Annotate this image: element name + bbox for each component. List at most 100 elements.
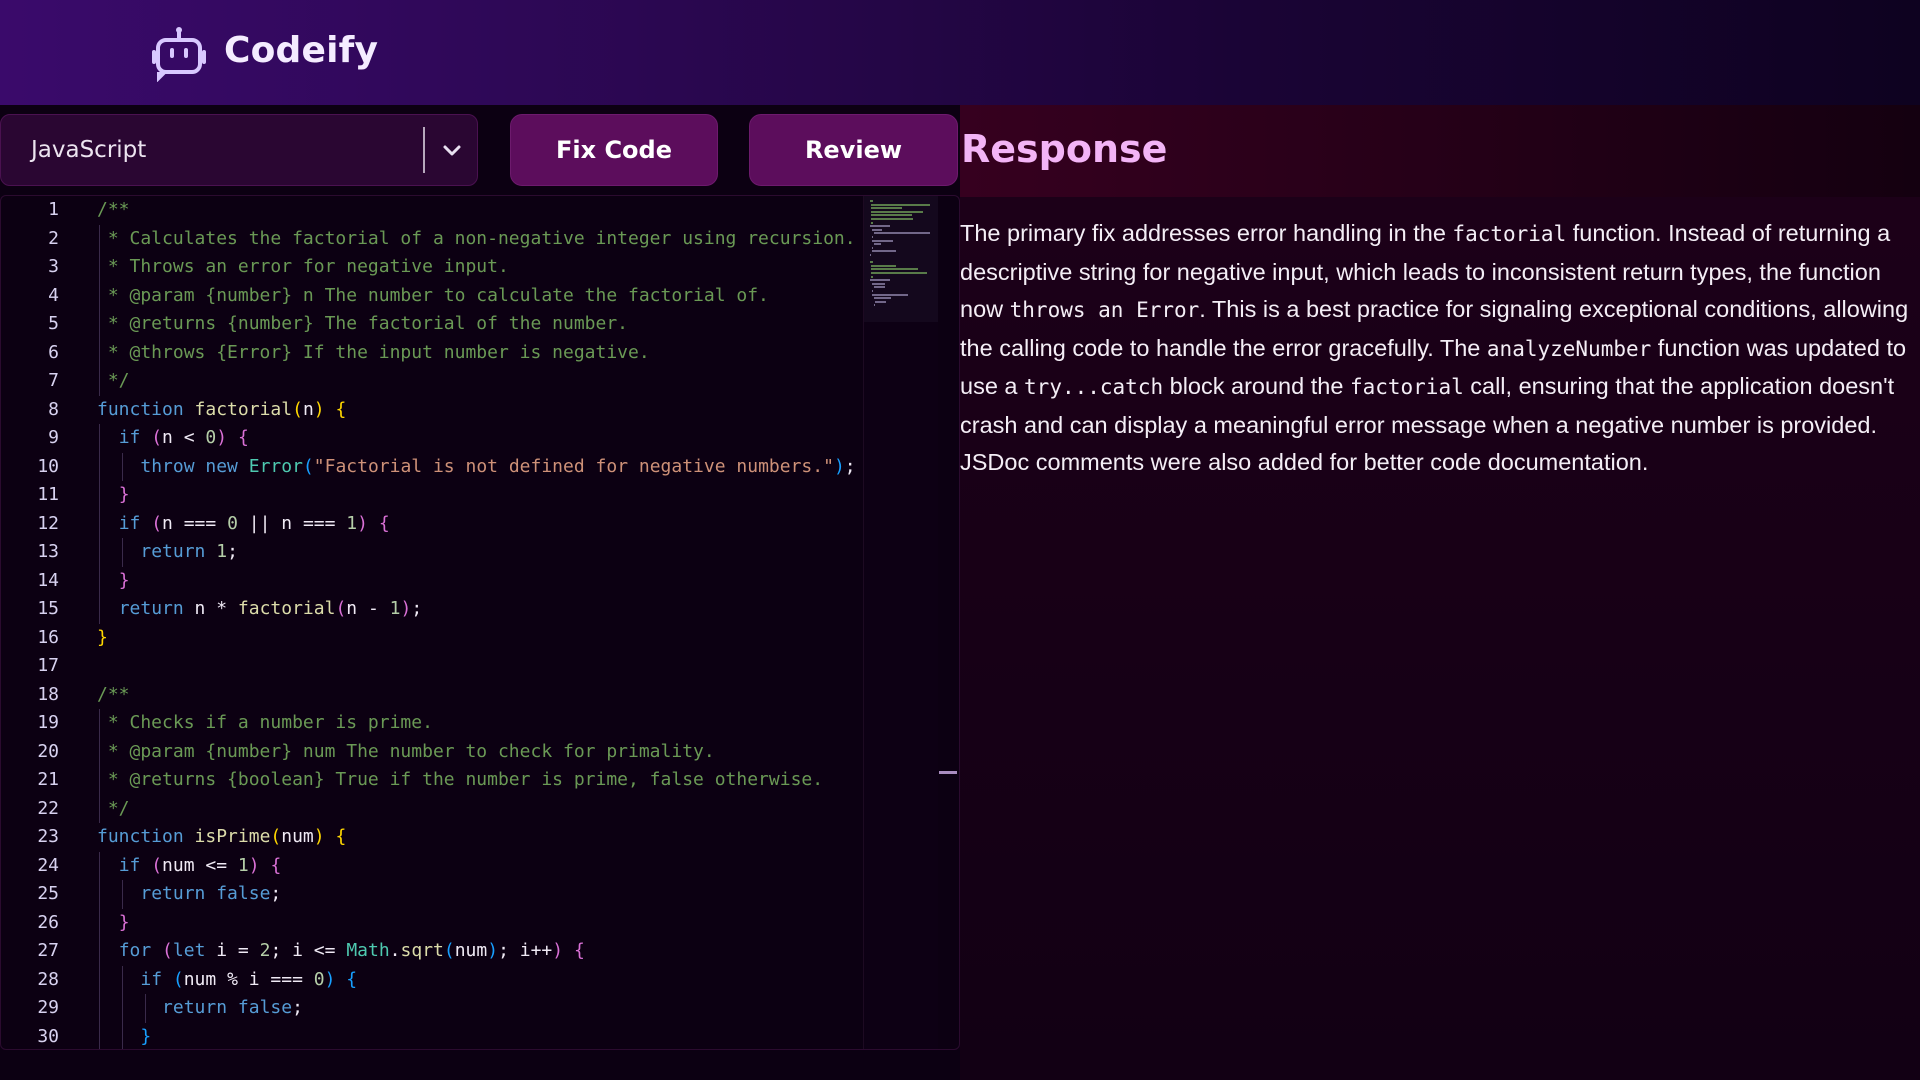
indent-guide bbox=[121, 880, 123, 909]
code-token: * Calculates the factorial of a non-nega… bbox=[97, 227, 856, 249]
code-token: . bbox=[389, 940, 401, 961]
code-token: n - bbox=[346, 598, 390, 619]
minimap-line bbox=[873, 286, 885, 289]
indent-guide bbox=[99, 424, 100, 453]
language-select[interactable]: JavaScript bbox=[0, 114, 478, 186]
line-number: 20 bbox=[37, 740, 59, 762]
code-token: } bbox=[140, 1025, 152, 1047]
chevron-down-icon[interactable] bbox=[441, 139, 463, 161]
code-line: throw new Error("Factorial is not define… bbox=[97, 452, 859, 481]
code-editor[interactable]: 1 2 3 4 5 6 7 8 9 10 11 12 13 14 15 16 17 18 19 20 21 22 23 24 2… bbox=[0, 195, 960, 1050]
minimap-line bbox=[870, 221, 873, 224]
code-token: ( bbox=[172, 968, 184, 990]
inline-code: throws an Error bbox=[1009, 298, 1200, 322]
line-number: 24 bbox=[37, 854, 59, 876]
language-select-value: JavaScript bbox=[31, 137, 147, 163]
indent-guide bbox=[99, 338, 100, 367]
code-token: n === bbox=[162, 512, 228, 534]
line-number: 17 bbox=[37, 655, 59, 676]
code-token: ( bbox=[335, 598, 347, 619]
minimap-line bbox=[871, 290, 873, 292]
code-token: "Factorial is not defined for negative n… bbox=[313, 455, 834, 477]
code-token: num bbox=[454, 940, 488, 961]
code-token: n < bbox=[162, 427, 206, 448]
code-token: * @param {number} num The number to chec… bbox=[97, 740, 715, 762]
scrollbar-marker[interactable] bbox=[939, 771, 957, 774]
minimap-line bbox=[875, 300, 887, 303]
code-line: * Calculates the factorial of a non-nega… bbox=[97, 224, 859, 253]
code-token: /** bbox=[97, 683, 130, 705]
code-token: throw new bbox=[140, 455, 249, 477]
line-number: 7 bbox=[48, 370, 59, 391]
line-number: 11 bbox=[37, 484, 59, 505]
editor-minimap[interactable] bbox=[863, 196, 938, 1049]
code-token: { bbox=[270, 854, 282, 876]
code-token: n * bbox=[194, 598, 238, 619]
code-token: ) bbox=[400, 598, 412, 619]
code-token: ; bbox=[227, 541, 238, 562]
code-token: return false bbox=[162, 997, 293, 1018]
indent-guide bbox=[99, 224, 100, 253]
code-line: * @throws {Error} If the input number is… bbox=[97, 338, 859, 367]
minimap-line bbox=[871, 293, 909, 296]
line-number: 19 bbox=[37, 712, 59, 733]
line-number: 29 bbox=[37, 997, 59, 1018]
line-number: 9 bbox=[48, 427, 59, 448]
indent-guide bbox=[121, 1022, 123, 1049]
code-token: ( bbox=[302, 455, 314, 477]
response-title: Response bbox=[961, 127, 1168, 171]
indent-guide bbox=[99, 310, 100, 339]
code-token: ) bbox=[833, 455, 845, 477]
code-token: ) bbox=[313, 826, 325, 847]
minimap-line bbox=[870, 268, 919, 271]
code-token: * Checks if a number is prime. bbox=[97, 712, 433, 733]
inline-code: try...catch bbox=[1024, 375, 1164, 399]
code-token: Math bbox=[346, 940, 390, 961]
line-number: 13 bbox=[37, 541, 59, 562]
app-name: Codeify bbox=[224, 30, 379, 71]
indent-guide bbox=[99, 595, 100, 624]
code-line: * Throws an error for negative input. bbox=[97, 253, 859, 282]
code-token: let bbox=[172, 940, 217, 961]
code-token: { bbox=[335, 398, 347, 420]
line-number: 23 bbox=[37, 826, 59, 847]
code-area[interactable]: /** * Calculates the factorial of a non-… bbox=[97, 196, 859, 1049]
fix-code-button[interactable]: Fix Code bbox=[510, 114, 718, 186]
code-token: ) bbox=[248, 854, 260, 876]
line-number: 6 bbox=[48, 341, 59, 363]
code-token: num bbox=[281, 826, 314, 847]
code-token: */ bbox=[97, 370, 130, 391]
line-number: 22 bbox=[37, 797, 59, 819]
code-line: function isPrime(num) { bbox=[97, 823, 859, 852]
code-token: ( bbox=[151, 427, 163, 448]
indent-guide bbox=[99, 937, 100, 966]
review-button[interactable]: Review bbox=[749, 114, 958, 186]
code-token: function bbox=[97, 398, 195, 420]
code-token: 0 bbox=[313, 968, 325, 990]
code-line: if (num % i === 0) { bbox=[97, 965, 859, 994]
indent-guide bbox=[99, 1022, 100, 1049]
indent-guide bbox=[99, 253, 100, 282]
code-token: ) bbox=[313, 398, 325, 420]
code-token: { bbox=[378, 512, 390, 534]
minimap-line bbox=[873, 232, 930, 235]
code-token: { bbox=[237, 427, 249, 448]
minimap-line bbox=[870, 275, 873, 278]
code-token: } bbox=[118, 569, 130, 591]
code-line: */ bbox=[97, 367, 859, 396]
code-token: } bbox=[118, 484, 130, 505]
inline-code: analyzeNumber bbox=[1486, 336, 1652, 361]
code-line: } bbox=[97, 908, 859, 937]
code-token: ( bbox=[292, 398, 303, 420]
response-header: Response bbox=[960, 105, 1920, 198]
code-token: 1 bbox=[237, 854, 249, 876]
